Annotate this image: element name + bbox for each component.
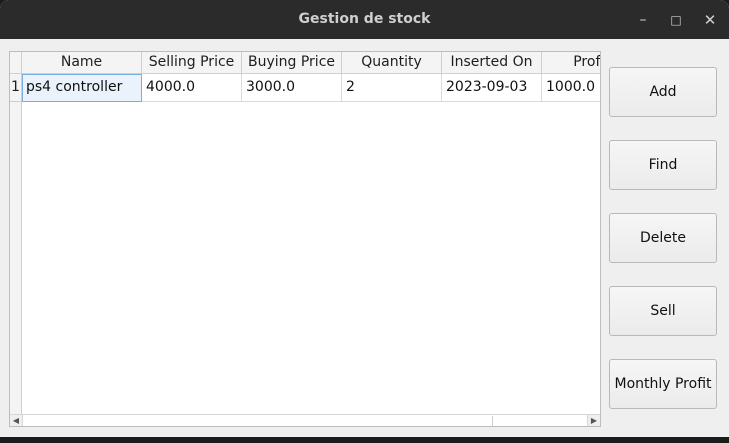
column-header-quantity[interactable]: Quantity	[342, 52, 442, 73]
title-bar[interactable]: Gestion de stock – □ ✕	[0, 0, 729, 39]
column-header-buying-price[interactable]: Buying Price	[242, 52, 342, 73]
scrollbar-track[interactable]	[22, 415, 588, 426]
table-header: Name Selling Price Buying Price Quantity…	[10, 52, 600, 74]
monthly-profit-button[interactable]: Monthly Profit	[609, 359, 717, 409]
scroll-right-arrow-icon[interactable]: ▶	[588, 415, 600, 426]
minimize-button[interactable]: –	[632, 9, 654, 31]
column-header-selling-price[interactable]: Selling Price	[142, 52, 242, 73]
table-cell-profit[interactable]: 1000.0	[542, 74, 600, 102]
close-button[interactable]: ✕	[699, 9, 721, 31]
maximize-button[interactable]: □	[665, 9, 687, 31]
column-header-profit[interactable]: Profit	[542, 52, 600, 73]
table-cell-selling-price[interactable]: 4000.0	[142, 74, 242, 102]
table-cell-quantity[interactable]: 2	[342, 74, 442, 102]
row-header[interactable]: 1	[10, 74, 22, 102]
stock-table[interactable]: Name Selling Price Buying Price Quantity…	[9, 51, 601, 427]
minimize-icon: –	[639, 12, 647, 28]
delete-button[interactable]: Delete	[609, 213, 717, 263]
find-button[interactable]: Find	[609, 140, 717, 190]
maximize-icon: □	[670, 13, 682, 27]
close-icon: ✕	[703, 11, 717, 29]
horizontal-scrollbar[interactable]: ◀ ▶	[10, 414, 600, 426]
window-title: Gestion de stock	[298, 11, 431, 27]
table-cell-buying-price[interactable]: 3000.0	[242, 74, 342, 102]
sell-button[interactable]: Sell	[609, 286, 717, 336]
column-header-name[interactable]: Name	[22, 52, 142, 73]
column-header-inserted-on[interactable]: Inserted On	[442, 52, 542, 73]
scrollbar-thumb[interactable]	[23, 416, 493, 426]
main-window: Gestion de stock – □ ✕ Name Selling Pric…	[0, 0, 729, 437]
table-cell-inserted-on[interactable]: 2023-09-03	[442, 74, 542, 102]
row-header-strip	[10, 102, 22, 414]
scroll-left-arrow-icon[interactable]: ◀	[10, 415, 22, 426]
table-cell-name[interactable]: ps4 controller	[22, 74, 142, 102]
table-corner-button[interactable]	[10, 52, 22, 73]
add-button[interactable]: Add	[609, 67, 717, 117]
